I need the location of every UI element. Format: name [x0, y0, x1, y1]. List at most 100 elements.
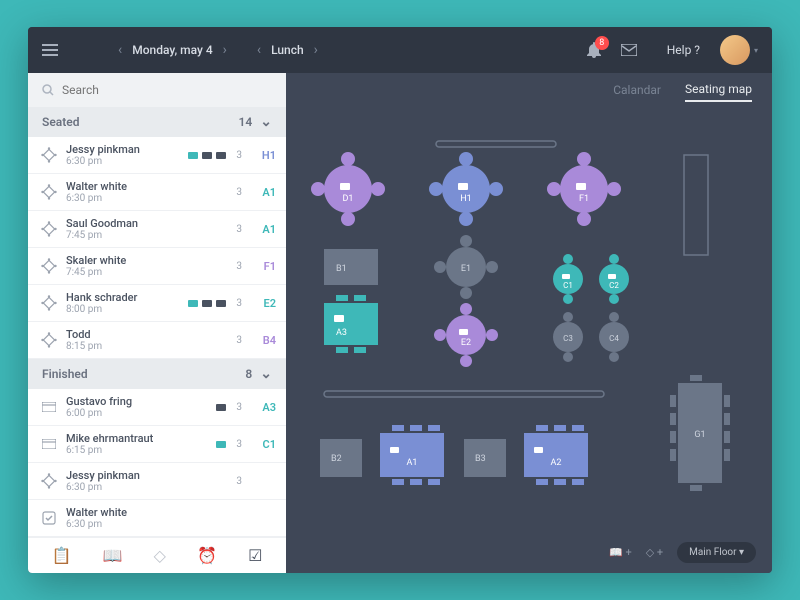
- row-tags: [216, 404, 226, 411]
- user-menu[interactable]: ▾: [720, 35, 758, 65]
- table-F1[interactable]: F1: [547, 152, 621, 226]
- search-bar[interactable]: [28, 73, 286, 107]
- svg-text:A3: A3: [336, 328, 347, 338]
- table-C1[interactable]: C1: [553, 254, 583, 304]
- row-name: Walter white: [66, 506, 226, 519]
- row-time: 6:30 pm: [66, 482, 226, 493]
- date-next[interactable]: ›: [223, 42, 227, 58]
- row-time: 8:15 pm: [66, 341, 226, 352]
- tab-calendar[interactable]: Calandar: [613, 83, 661, 101]
- svg-text:B1: B1: [336, 264, 347, 274]
- clock-icon[interactable]: ⏰: [197, 546, 217, 565]
- svg-text:C2: C2: [609, 281, 619, 290]
- list-item[interactable]: Hank schrader8:00 pm3E2: [28, 285, 286, 322]
- table-H1[interactable]: H1: [429, 152, 503, 226]
- table-C2[interactable]: C2: [599, 254, 629, 304]
- table-D1[interactable]: D1: [311, 152, 385, 226]
- row-party: 3: [232, 261, 242, 272]
- row-table: H1: [250, 149, 276, 162]
- table-B3[interactable]: B3: [464, 439, 506, 477]
- section-finished-header[interactable]: Finished 8 ⌄: [28, 359, 286, 389]
- search-input[interactable]: [62, 83, 272, 97]
- chevron-down-icon[interactable]: ⌄: [260, 366, 272, 382]
- chevron-down-icon[interactable]: ⌄: [260, 114, 272, 130]
- row-party: 3: [232, 298, 242, 309]
- row-icon: [40, 509, 58, 527]
- messages-button[interactable]: [621, 44, 637, 56]
- row-table: B4: [250, 334, 276, 347]
- list-item[interactable]: Walter white6:30 pm: [28, 500, 286, 537]
- list-item[interactable]: Jessy pinkman6:30 pm3H1: [28, 137, 286, 174]
- check-icon[interactable]: ☑: [248, 546, 262, 565]
- row-time: 6:00 pm: [66, 408, 216, 419]
- row-table: A1: [250, 223, 276, 236]
- sidebar-footer: 📋 📖 ◇ ⏰ ☑: [28, 537, 286, 573]
- table-E2[interactable]: E2: [434, 303, 498, 367]
- svg-text:B2: B2: [331, 454, 342, 464]
- row-name: Skaler white: [66, 254, 226, 267]
- add-table-button[interactable]: ◇ +: [646, 546, 663, 559]
- row-time: 6:30 pm: [66, 519, 226, 530]
- row-icon: [40, 257, 58, 275]
- svg-text:F1: F1: [579, 194, 589, 204]
- list-item[interactable]: Saul Goodman7:45 pm3A1: [28, 211, 286, 248]
- row-icon: [40, 220, 58, 238]
- row-name: Hank schrader: [66, 291, 188, 304]
- row-party: 3: [232, 187, 242, 198]
- floor-plan[interactable]: D1 H1 F1: [286, 111, 772, 573]
- svg-text:B3: B3: [475, 454, 486, 464]
- help-link[interactable]: Help ?: [667, 43, 700, 57]
- meal-prev[interactable]: ‹: [257, 42, 261, 58]
- row-icon: [40, 435, 58, 453]
- row-time: 8:00 pm: [66, 304, 188, 315]
- list-item[interactable]: Todd8:15 pm3B4: [28, 322, 286, 359]
- clipboard-icon[interactable]: 📋: [52, 546, 72, 565]
- table-C4[interactable]: C4: [599, 312, 629, 362]
- row-name: Gustavo fring: [66, 395, 216, 408]
- add-area-button[interactable]: 📖 +: [609, 546, 632, 559]
- row-icon: [40, 472, 58, 490]
- chevron-down-icon: ▾: [754, 46, 758, 55]
- list-item[interactable]: Skaler white7:45 pm3F1: [28, 248, 286, 285]
- table-G1[interactable]: G1: [670, 375, 730, 491]
- table-A2[interactable]: A2: [524, 425, 588, 485]
- notifications-button[interactable]: 8: [587, 42, 601, 58]
- floor-footer: 📖 + ◇ + Main Floor ▾: [609, 542, 756, 563]
- row-tags: [188, 152, 226, 159]
- row-table: C1: [250, 438, 276, 451]
- table-C3[interactable]: C3: [553, 312, 583, 362]
- floor-selector[interactable]: Main Floor ▾: [677, 542, 756, 563]
- sidebar: Seated 14 ⌄ Jessy pinkman6:30 pm3H1Walte…: [28, 73, 286, 573]
- meal-next[interactable]: ›: [314, 42, 318, 58]
- row-time: 6:15 pm: [66, 445, 216, 456]
- tab-bar: Calandar Seating map: [286, 73, 772, 111]
- list-item[interactable]: Gustavo fring6:00 pm3A3: [28, 389, 286, 426]
- list-item[interactable]: Mike ehrmantraut6:15 pm3C1: [28, 426, 286, 463]
- meal-nav: ‹ Lunch ›: [257, 42, 318, 58]
- book-icon[interactable]: 📖: [103, 546, 123, 565]
- table-icon[interactable]: ◇: [154, 546, 166, 565]
- menu-icon[interactable]: [42, 44, 58, 56]
- list-item[interactable]: Walter white6:30 pm3A1: [28, 174, 286, 211]
- date-prev[interactable]: ‹: [118, 42, 122, 58]
- table-B1[interactable]: B1: [324, 249, 378, 285]
- search-icon: [42, 84, 54, 96]
- row-time: 6:30 pm: [66, 193, 226, 204]
- table-A3[interactable]: A3: [324, 295, 378, 353]
- table-B2[interactable]: B2: [320, 439, 362, 477]
- svg-text:C4: C4: [609, 334, 619, 343]
- svg-text:C1: C1: [563, 281, 573, 290]
- mail-icon: [621, 44, 637, 56]
- svg-text:E1: E1: [461, 264, 471, 274]
- wall: [324, 391, 604, 397]
- row-icon: [40, 294, 58, 312]
- section-seated-header[interactable]: Seated 14 ⌄: [28, 107, 286, 137]
- list-item[interactable]: Jessy pinkman6:30 pm3: [28, 463, 286, 500]
- table-E1[interactable]: E1: [434, 235, 498, 299]
- row-time: 7:45 pm: [66, 230, 226, 241]
- row-name: Walter white: [66, 180, 226, 193]
- table-A1[interactable]: A1: [380, 425, 444, 485]
- tab-seating-map[interactable]: Seating map: [685, 82, 752, 102]
- row-party: 3: [232, 439, 242, 450]
- svg-text:D1: D1: [343, 194, 354, 204]
